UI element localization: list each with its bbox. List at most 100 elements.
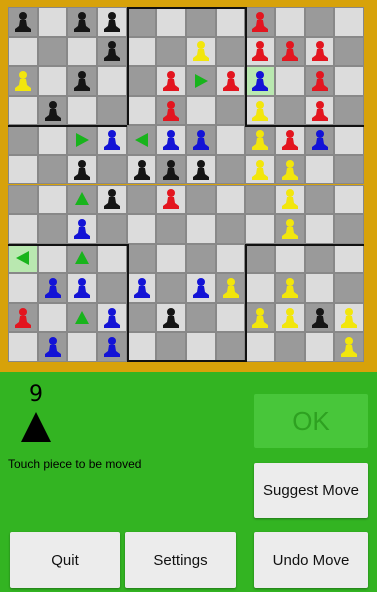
board-square[interactable]	[334, 7, 364, 37]
board-square[interactable]	[215, 243, 246, 274]
board-square[interactable]	[67, 36, 97, 67]
board-square[interactable]	[275, 243, 305, 274]
board-square[interactable]	[37, 302, 68, 333]
board-square[interactable]	[334, 214, 364, 244]
board-square[interactable]	[334, 95, 364, 126]
board-square[interactable]	[97, 273, 127, 303]
board-square[interactable]	[126, 243, 157, 274]
board-square[interactable]	[37, 7, 68, 37]
board-square[interactable]	[126, 184, 157, 215]
board-square[interactable]	[8, 95, 38, 126]
yellow-pawn-icon[interactable]	[247, 305, 273, 331]
board-square[interactable]	[97, 243, 127, 274]
black-pawn-icon[interactable]	[188, 157, 214, 183]
ok-button[interactable]: OK	[254, 394, 368, 448]
board-square[interactable]	[8, 332, 38, 362]
board-square[interactable]	[334, 125, 364, 155]
board-square[interactable]	[8, 214, 38, 244]
yellow-pawn-icon[interactable]	[277, 275, 303, 301]
board-square[interactable]	[67, 95, 97, 126]
red-pawn-icon[interactable]	[158, 68, 184, 94]
board-square[interactable]	[304, 7, 335, 37]
black-pawn-icon[interactable]	[69, 157, 95, 183]
blue-pawn-icon[interactable]	[188, 127, 214, 153]
board-square[interactable]	[37, 36, 68, 67]
board-square[interactable]	[215, 125, 246, 155]
red-pawn-icon[interactable]	[277, 127, 303, 153]
board-square[interactable]	[37, 243, 68, 274]
board-square[interactable]	[126, 332, 157, 362]
yellow-pawn-icon[interactable]	[277, 216, 303, 242]
board-square[interactable]	[37, 125, 68, 155]
yellow-pawn-icon[interactable]	[277, 186, 303, 212]
board-square[interactable]	[156, 214, 186, 244]
board-square[interactable]	[8, 36, 38, 67]
green-arrow-left-icon[interactable]	[129, 127, 155, 153]
blue-pawn-icon[interactable]	[307, 127, 333, 153]
black-pawn-icon[interactable]	[99, 9, 125, 35]
board-square[interactable]	[334, 273, 364, 303]
red-pawn-icon[interactable]	[277, 38, 303, 64]
board-square[interactable]	[37, 214, 68, 244]
settings-button[interactable]: Settings	[125, 532, 236, 588]
red-pawn-icon[interactable]	[218, 68, 244, 94]
black-pawn-icon[interactable]	[307, 305, 333, 331]
board-square[interactable]	[304, 273, 335, 303]
red-pawn-icon[interactable]	[10, 305, 36, 331]
board-square[interactable]	[215, 7, 246, 37]
board-square[interactable]	[304, 154, 335, 185]
board-square[interactable]	[97, 95, 127, 126]
board-square[interactable]	[186, 243, 216, 274]
green-arrow-right-icon[interactable]	[69, 127, 95, 153]
red-pawn-icon[interactable]	[158, 186, 184, 212]
board-square[interactable]	[334, 36, 364, 67]
blue-pawn-icon[interactable]	[40, 334, 66, 360]
board-square[interactable]	[97, 214, 127, 244]
blue-pawn-icon[interactable]	[129, 275, 155, 301]
blue-pawn-icon[interactable]	[247, 68, 273, 94]
board-square[interactable]	[126, 36, 157, 67]
board-square[interactable]	[186, 302, 216, 333]
green-arrow-up-icon[interactable]	[69, 245, 95, 271]
board-square[interactable]	[215, 154, 246, 185]
board-square[interactable]	[245, 273, 275, 303]
suggest-move-button[interactable]: Suggest Move	[254, 463, 368, 518]
blue-pawn-icon[interactable]	[69, 216, 95, 242]
board-square[interactable]	[156, 273, 186, 303]
board-square[interactable]	[215, 302, 246, 333]
black-pawn-icon[interactable]	[158, 305, 184, 331]
red-pawn-icon[interactable]	[307, 68, 333, 94]
yellow-pawn-icon[interactable]	[336, 305, 362, 331]
green-arrow-up-icon[interactable]	[69, 305, 95, 331]
black-pawn-icon[interactable]	[99, 186, 125, 212]
board-square[interactable]	[334, 184, 364, 215]
yellow-pawn-icon[interactable]	[277, 157, 303, 183]
board-square[interactable]	[215, 95, 246, 126]
board-square[interactable]	[215, 332, 246, 362]
board-square[interactable]	[245, 184, 275, 215]
board-square[interactable]	[37, 66, 68, 96]
board-square[interactable]	[156, 36, 186, 67]
board-square[interactable]	[334, 243, 364, 274]
board-square[interactable]	[8, 273, 38, 303]
black-pawn-icon[interactable]	[129, 157, 155, 183]
board-square[interactable]	[126, 214, 157, 244]
quit-button[interactable]: Quit	[10, 532, 120, 588]
black-pawn-icon[interactable]	[40, 98, 66, 124]
board-square[interactable]	[186, 214, 216, 244]
red-pawn-icon[interactable]	[158, 98, 184, 124]
board-square[interactable]	[275, 95, 305, 126]
board-square[interactable]	[97, 154, 127, 185]
board-square[interactable]	[275, 7, 305, 37]
green-arrow-up-icon[interactable]	[69, 186, 95, 212]
board-square[interactable]	[126, 302, 157, 333]
black-pawn-icon[interactable]	[69, 68, 95, 94]
board-square[interactable]	[8, 154, 38, 185]
yellow-pawn-icon[interactable]	[10, 68, 36, 94]
board-square[interactable]	[37, 154, 68, 185]
green-arrow-right-icon[interactable]	[188, 68, 214, 94]
board-square[interactable]	[334, 154, 364, 185]
board-square[interactable]	[215, 184, 246, 215]
board-square[interactable]	[186, 332, 216, 362]
board-square[interactable]	[67, 332, 97, 362]
